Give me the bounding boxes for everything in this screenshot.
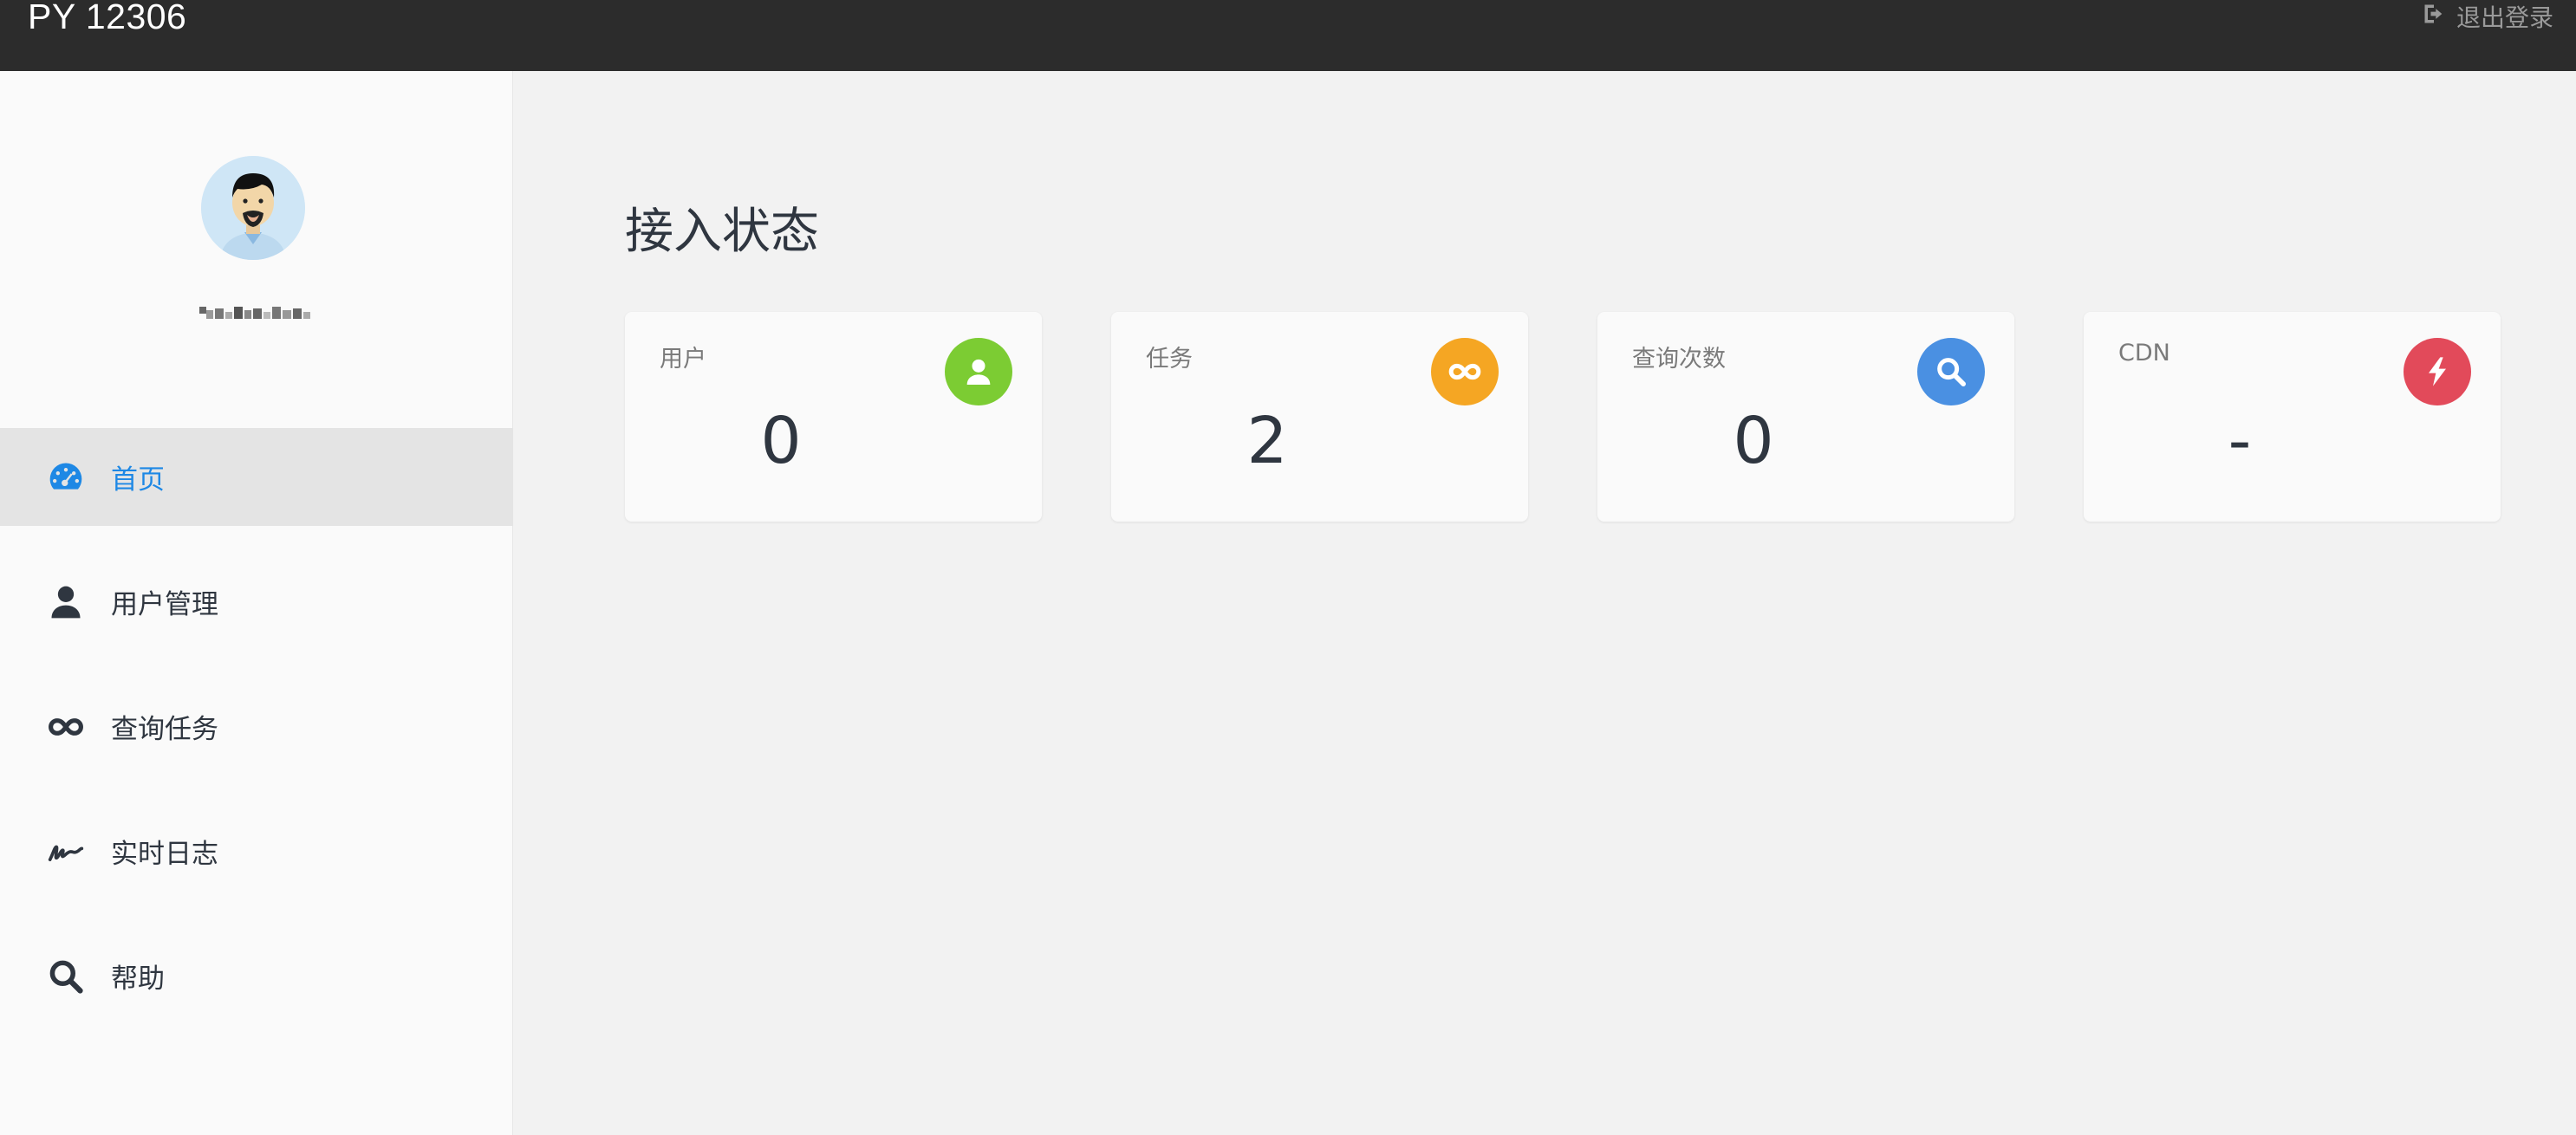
user-icon — [945, 338, 1012, 405]
sidebar-item-label: 用户管理 — [111, 589, 218, 620]
logout-button[interactable]: 退出登录 — [2422, 0, 2553, 33]
sidebar-item-query-tasks[interactable]: 查询任务 — [0, 678, 513, 775]
sidebar: 首页 用户管理 查询任务 实时日志 帮助 — [0, 71, 513, 1135]
sidebar-item-realtime-log[interactable]: 实时日志 — [0, 802, 513, 900]
sidebar-item-label: 实时日志 — [111, 839, 218, 870]
card-label: CDN — [2118, 340, 2170, 366]
stat-card-tasks: 任务 2 — [1111, 312, 1528, 522]
user-icon — [47, 583, 85, 621]
sign-out-icon — [2422, 2, 2446, 32]
search-icon — [47, 957, 85, 996]
card-label: 用户 — [660, 346, 706, 373]
card-value: - — [2228, 404, 2252, 478]
bolt-icon — [2404, 338, 2471, 405]
dashboard-gauge-icon — [47, 458, 85, 496]
main-content: 接入状态 用户 0 任务 2 查询次数 0 CDN - — [514, 71, 2576, 1135]
avatar[interactable] — [201, 156, 305, 260]
signature-icon — [47, 833, 85, 871]
card-label: 查询次数 — [1632, 346, 1726, 373]
username-blurred — [198, 298, 312, 329]
sidebar-item-home[interactable]: 首页 — [0, 428, 513, 526]
card-value: 2 — [1246, 404, 1288, 478]
card-value: 0 — [760, 404, 802, 478]
sidebar-item-help[interactable]: 帮助 — [0, 927, 513, 1025]
sidebar-nav: 首页 用户管理 查询任务 实时日志 帮助 — [0, 428, 513, 1052]
infinity-icon — [1431, 338, 1499, 405]
search-icon — [1917, 338, 1985, 405]
stat-card-users: 用户 0 — [625, 312, 1042, 522]
sidebar-item-user-management[interactable]: 用户管理 — [0, 553, 513, 651]
sidebar-item-label: 首页 — [111, 464, 165, 496]
page-title: 接入状态 — [625, 204, 819, 260]
sidebar-item-label: 帮助 — [111, 963, 165, 995]
sidebar-item-label: 查询任务 — [111, 714, 218, 745]
stat-card-query-count: 查询次数 0 — [1597, 312, 2014, 522]
infinity-icon — [47, 708, 85, 746]
top-navbar: PY 12306 退出登录 — [0, 0, 2576, 71]
card-label: 任务 — [1146, 346, 1193, 373]
stat-card-cdn: CDN - — [2084, 312, 2501, 522]
logout-label: 退出登录 — [2456, 3, 2553, 32]
app-title[interactable]: PY 12306 — [28, 0, 186, 38]
card-value: 0 — [1733, 404, 1774, 478]
